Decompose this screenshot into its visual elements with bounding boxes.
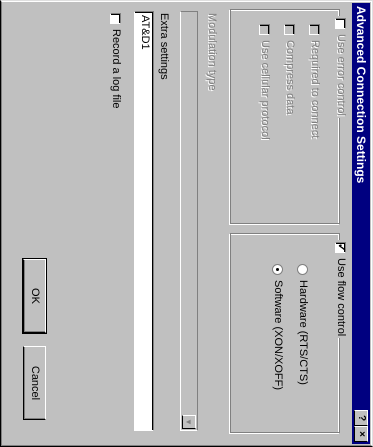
flow-control-group: Use flow control Hardware (RTS/CTS) Soft… [230,233,347,433]
title-bar[interactable]: Advanced Connection Settings ? × [352,3,370,444]
window-title: Advanced Connection Settings [354,6,368,184]
compress-data-label: Compress data [284,40,296,115]
hardware-radio[interactable]: Hardware (RTS/CTS) [297,264,309,385]
extra-settings-label: Extra settings [158,13,170,80]
cancel-button[interactable]: Cancel [23,346,46,420]
record-log-label: Record a log file [110,29,122,109]
dropdown-arrow-icon[interactable]: ▼ [182,415,196,429]
help-button[interactable]: ? [354,410,368,426]
required-to-connect-box[interactable] [309,24,321,35]
close-button[interactable]: × [354,426,368,442]
use-flow-control-box[interactable] [335,242,347,253]
software-label: Software (XON/XOFF) [272,280,284,391]
software-radio[interactable]: Software (XON/XOFF) [272,264,284,390]
modulation-type-label: Modulation type [206,13,218,91]
use-error-control-checkbox[interactable]: Use error control [335,16,347,118]
hardware-label: Hardware (RTS/CTS) [297,280,309,385]
use-cellular-protocol-checkbox[interactable]: Use cellular protocol [259,24,271,140]
record-log-checkbox[interactable]: Record a log file [110,13,122,109]
screen: Advanced Connection Settings ? × Use err… [0,0,373,447]
ok-button[interactable]: OK [22,255,47,337]
use-cellular-protocol-label: Use cellular protocol [259,40,271,140]
use-error-control-label: Use error control [335,34,347,116]
use-cellular-protocol-box[interactable] [259,24,271,35]
hardware-radio-circle[interactable] [297,264,309,275]
advanced-connection-settings-dialog: Advanced Connection Settings ? × Use err… [0,0,373,447]
required-to-connect-checkbox[interactable]: Required to connect [309,24,321,138]
use-flow-control-label: Use flow control [335,258,347,337]
error-control-group: Use error control Required to connect Co… [230,9,347,224]
modulation-type-select[interactable]: ▼ [180,11,198,431]
record-log-box[interactable] [110,13,122,24]
required-to-connect-label: Required to connect [309,40,321,139]
extra-settings-input[interactable]: AT&D1 [134,11,154,431]
use-error-control-box[interactable] [335,18,347,29]
software-radio-circle[interactable] [272,264,284,275]
use-flow-control-checkbox[interactable]: Use flow control [335,240,347,339]
compress-data-checkbox[interactable]: Compress data [284,24,296,115]
compress-data-box[interactable] [284,24,296,35]
